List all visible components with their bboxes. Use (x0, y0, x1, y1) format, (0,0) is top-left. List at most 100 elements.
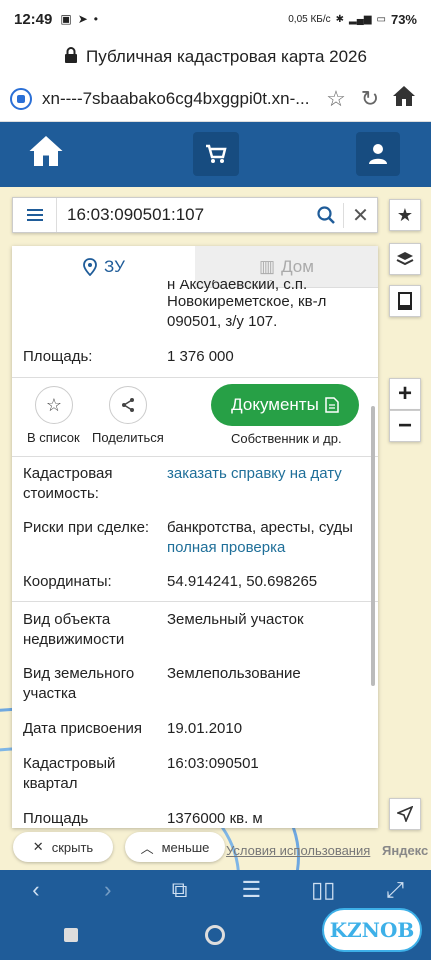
reload-icon[interactable]: ↻ (353, 86, 387, 112)
detail-row: Вид земельного участка Землепользование (23, 664, 358, 704)
detail-label: Вид объекта недвижимости (23, 611, 125, 648)
cart-button[interactable] (193, 132, 239, 176)
home-icon[interactable] (28, 134, 64, 173)
detail-row: Дата присвоения 19.01.2010 (23, 719, 358, 739)
area-summary-value: 1 376 000 (167, 348, 234, 365)
browser-title-bar: Публичная кадастровая карта 2026 (0, 38, 431, 76)
detail-value: 16:03:090501 (167, 755, 259, 772)
detail-value: 1376000 кв. м (167, 810, 263, 827)
status-bar: 12:49 ▣ ➤ • 0,05 КБ/с ✱ ▂▄▆ ▭ 73% (0, 0, 431, 38)
zoom-out-button[interactable]: − (389, 410, 421, 442)
status-time: 12:49 (14, 10, 53, 28)
detail-row: Кадастровый квартал 16:03:090501 (23, 754, 358, 794)
bookmark-star-icon[interactable]: ☆ (319, 86, 353, 112)
navigation-arrow-icon (397, 806, 413, 822)
divider (12, 601, 378, 602)
clear-search-button[interactable]: ✕ (343, 202, 377, 228)
cadastral-search: 16:03:090501:107 ✕ (12, 197, 378, 233)
address-line: Новокиреметское, кв-л (167, 293, 327, 310)
detail-label: Кадастровая стоимость: (23, 465, 113, 502)
owner-link[interactable]: Собственник и др. (231, 431, 342, 446)
detail-label: Риски при сделке: (23, 519, 150, 536)
browser-toolbar: ‹ › ⧉ ☰ ▯▯ ⤢ (0, 870, 431, 910)
share-label: Поделиться (92, 430, 164, 445)
star-icon: ★ (396, 204, 414, 225)
detail-label: Дата присвоения (23, 720, 142, 737)
add-to-list-label: В список (27, 430, 80, 445)
url-field[interactable]: xn----7sbaabako6cg4bxggpi0t.xn-... (42, 89, 319, 109)
favorites-button[interactable]: ★ (389, 199, 421, 231)
panel-scrollbar[interactable] (371, 406, 375, 686)
recents-icon[interactable] (63, 928, 78, 942)
detail-label: Вид земельного участка (23, 665, 135, 702)
hide-panel-button[interactable]: ✕ скрыть (13, 832, 113, 862)
locate-button[interactable] (389, 798, 421, 830)
detail-label: Площадь (23, 810, 89, 827)
divider (12, 456, 378, 457)
search-icon (317, 206, 335, 224)
documents-button[interactable]: Документы (211, 384, 359, 426)
lock-icon (64, 46, 78, 68)
add-to-list-button[interactable]: ☆ (35, 386, 73, 424)
site-header (0, 122, 431, 187)
layers-button[interactable] (389, 243, 421, 275)
detail-label: Кадастровый квартал (23, 755, 116, 792)
detail-row: Кадастровая стоимость: заказать справку … (23, 464, 358, 504)
watermark-logo: KZNOB (322, 908, 422, 952)
detail-value: 19.01.2010 (167, 720, 243, 737)
building-icon: ▥ (259, 256, 276, 276)
yandex-logo: Яндекс (382, 843, 429, 858)
forward-icon[interactable]: › (72, 877, 144, 903)
share-button[interactable] (109, 386, 147, 424)
terms-link[interactable]: Условия использования (226, 843, 370, 858)
reading-mode-icon[interactable]: ▯▯ (287, 877, 359, 903)
detail-row: Координаты: 54.914241, 50.698265 (23, 572, 358, 592)
detail-row: Риски при сделке: банкротства, аресты, с… (23, 518, 358, 558)
site-icon (10, 87, 32, 110)
location-pin-icon (83, 258, 97, 276)
bluetooth-icon: ✱ (335, 13, 345, 25)
detail-label: Координаты: (23, 573, 112, 590)
order-certificate-link[interactable]: заказать справку на дату (167, 464, 357, 484)
book-icon (398, 292, 412, 310)
chevron-up-icon: ︿ (140, 840, 154, 856)
back-icon[interactable]: ‹ (0, 877, 72, 903)
action-bar: ☆ В список Поделиться Документы Собствен… (12, 378, 378, 454)
area-summary-row: Площадь: 1 376 000 (23, 347, 358, 367)
dot-icon: • (93, 12, 98, 26)
telegram-icon: ➤ (77, 12, 88, 26)
hamburger-icon (26, 214, 43, 216)
home-nav-icon[interactable] (205, 925, 226, 945)
tabs-icon[interactable]: ⧉ (144, 877, 216, 903)
address-block: н Аксубаевский, с.п. Новокиреметское, кв… (23, 280, 358, 340)
net-speed: 0,05 КБ/с (288, 13, 331, 25)
legend-button[interactable] (389, 285, 421, 317)
collapse-panel-button[interactable]: ︿ меньше (125, 832, 225, 862)
detail-row: Вид объекта недвижимости Земельный участ… (23, 610, 358, 650)
fullscreen-icon[interactable]: ⤢ (359, 877, 431, 903)
search-button[interactable] (309, 206, 343, 224)
search-input[interactable]: 16:03:090501:107 (57, 205, 309, 225)
browser-menu-icon[interactable]: ☰ (215, 877, 287, 903)
battery-icon: ▭ (376, 13, 386, 25)
document-icon (325, 397, 339, 413)
address-line: н Аксубаевский, с.п. (167, 280, 308, 292)
user-icon (369, 144, 387, 164)
share-icon (122, 398, 134, 412)
detail-row: Площадь 1376000 кв. м (23, 809, 358, 828)
user-button[interactable] (356, 132, 400, 176)
browser-home-icon[interactable] (387, 85, 421, 113)
menu-button[interactable] (13, 198, 57, 232)
url-bar: xn----7sbaabako6cg4bxggpi0t.xn-... ☆ ↻ (0, 76, 431, 122)
full-check-link[interactable]: полная проверка (167, 538, 357, 558)
battery-level: 73% (390, 11, 417, 27)
area-summary-label: Площадь: (23, 348, 93, 365)
cart-icon (206, 144, 227, 163)
page-title: Публичная кадастровая карта 2026 (86, 47, 367, 66)
zoom-in-button[interactable]: + (389, 378, 421, 410)
parcel-info-panel: ЗУ ▥ Дом н Аксубаевский, с.п. Новокиреме… (12, 246, 378, 828)
star-outline-icon: ☆ (45, 394, 63, 415)
address-line: 090501, з/у 107. (167, 313, 278, 330)
layers-icon (396, 252, 414, 266)
messages-icon: ▣ (60, 12, 72, 26)
